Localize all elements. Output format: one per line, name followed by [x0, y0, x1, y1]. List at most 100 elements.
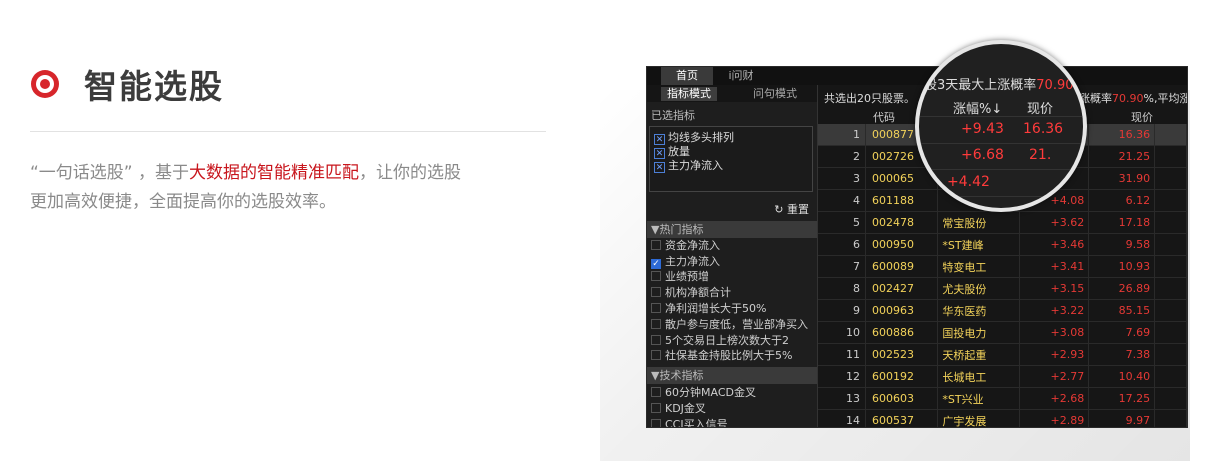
checkbox[interactable]	[651, 335, 661, 345]
feature-description: “一句话选股” ，基于大数据的智能精准匹配，让你的选股 更加高效便捷，全面提高你…	[30, 159, 550, 217]
checkbox-checked[interactable]: ✓	[651, 259, 661, 269]
lens-col-chg: 涨幅%↓	[953, 102, 1003, 117]
change-pct: +2.89	[1019, 409, 1090, 427]
row-extra	[1154, 124, 1187, 146]
indicator-item[interactable]: 业绩预增	[651, 269, 709, 285]
table-row[interactable]: 8 002427 尤夫股份 +3.15 26.89	[818, 277, 1187, 300]
selected-item[interactable]: ✕ 均线多头排列	[654, 131, 734, 145]
stock-code: 600886	[865, 321, 939, 344]
reset-button[interactable]: ↻ 重置	[774, 201, 809, 217]
indicator-label: 机构净额合计	[665, 286, 731, 299]
stock-code: 600089	[865, 255, 939, 278]
indicator-item[interactable]: 资金净流入	[651, 238, 720, 254]
tab-home[interactable]: 首页	[661, 67, 713, 85]
table-row[interactable]: 10 600886 国投电力 +3.08 7.69	[818, 321, 1187, 344]
stock-name: 尤夫股份	[937, 277, 1021, 300]
lens-row: +4.42	[919, 170, 1083, 197]
checkbox[interactable]	[651, 387, 661, 397]
stock-code: 002427	[865, 277, 939, 300]
indicator-label: 社保基金持股比例大于5%	[665, 349, 793, 362]
col-price[interactable]: 现价	[1131, 109, 1153, 125]
checkbox[interactable]	[651, 419, 661, 427]
indicator-label: 业绩预增	[665, 270, 709, 283]
row-index: 12	[818, 365, 867, 388]
indicator-label: CCI买入信号	[665, 418, 728, 427]
change-pct: +3.15	[1019, 277, 1090, 300]
change-pct: +3.41	[1019, 255, 1090, 278]
row-index: 13	[818, 387, 867, 410]
close-icon[interactable]: ✕	[654, 162, 665, 173]
table-row[interactable]: 12 600192 长城电工 +2.77 10.40	[818, 365, 1187, 388]
indicator-item[interactable]: KDJ金叉	[651, 401, 706, 417]
indicator-item[interactable]: 散户参与度低，营业部净买入	[651, 317, 808, 333]
indicator-item[interactable]: 净利润增长大于50%	[651, 301, 766, 317]
close-icon[interactable]: ✕	[654, 134, 665, 145]
table-row[interactable]: 9 000963 华东医药 +3.22 85.15	[818, 299, 1187, 322]
indicator-item[interactable]: 5个交易日上榜次数大于2	[651, 333, 789, 349]
table-row[interactable]: 6 000950 *ST建峰 +3.46 9.58	[818, 233, 1187, 256]
indicator-label: KDJ金叉	[665, 402, 706, 415]
reset-label: 重置	[787, 203, 809, 216]
indicator-item[interactable]: 机构净额合计	[651, 285, 731, 301]
indicator-label: 净利润增长大于50%	[665, 302, 767, 315]
stock-name: 广宇发展	[937, 409, 1021, 427]
stock-code: 600603	[865, 387, 939, 410]
price: 7.69	[1088, 321, 1156, 344]
row-extra	[1154, 321, 1187, 344]
table-row[interactable]: 11 002523 天桥起重 +2.93 7.38	[818, 343, 1187, 366]
selected-item[interactable]: ✕ 主力净流入	[654, 159, 723, 173]
tab-iwencai[interactable]: i问财	[717, 67, 765, 85]
refresh-icon: ↻	[774, 203, 787, 216]
checkbox[interactable]	[651, 303, 661, 313]
row-index: 1	[818, 124, 867, 146]
checkbox[interactable]	[651, 350, 661, 360]
stock-name: 常宝股份	[937, 211, 1021, 234]
checkbox[interactable]	[651, 240, 661, 250]
checkbox[interactable]	[651, 319, 661, 329]
checkbox[interactable]	[651, 403, 661, 413]
table-row[interactable]: 13 600603 *ST兴业 +2.68 17.25	[818, 387, 1187, 410]
selected-item[interactable]: ✕ 放量	[654, 145, 690, 159]
indicator-label: 主力净流入	[665, 255, 720, 268]
price: 26.89	[1088, 277, 1156, 300]
row-extra	[1154, 233, 1187, 256]
desc-highlight: 大数据的智能精准匹配	[189, 163, 360, 183]
change-pct: +2.93	[1019, 343, 1090, 366]
target-icon	[31, 70, 59, 98]
mode-indicator[interactable]: 指标模式	[661, 87, 717, 101]
row-index: 6	[818, 233, 867, 256]
page-title: 智能选股	[84, 67, 224, 106]
result-summary: 共选出20只股票。	[824, 92, 915, 105]
row-index: 14	[818, 409, 867, 427]
section-tech[interactable]: ▼技术指标	[647, 367, 817, 384]
col-code[interactable]: 代码	[873, 109, 895, 125]
row-extra	[1154, 365, 1187, 388]
summary-rate: 70.90	[1112, 92, 1144, 105]
lens-col-price: 现价	[1027, 102, 1054, 117]
row-extra	[1154, 409, 1187, 427]
table-row[interactable]: 5 002478 常宝股份 +3.62 17.18	[818, 211, 1187, 234]
row-index: 7	[818, 255, 867, 278]
stock-code: 002523	[865, 343, 939, 366]
row-index: 11	[818, 343, 867, 366]
lens-price: 21.	[1029, 147, 1052, 163]
indicator-item[interactable]: 社保基金持股比例大于5%	[651, 348, 792, 364]
change-pct: +3.08	[1019, 321, 1090, 344]
close-icon[interactable]: ✕	[654, 148, 665, 159]
lens-chg: +4.42	[947, 174, 990, 190]
table-row[interactable]: 14 600537 广宇发展 +2.89 9.97	[818, 409, 1187, 427]
indicator-item[interactable]: CCI买入信号	[651, 417, 728, 427]
row-extra	[1154, 145, 1187, 168]
section-hot[interactable]: ▼热门指标	[647, 221, 817, 238]
stock-code: 600537	[865, 409, 939, 427]
table-row[interactable]: 7 600089 特变电工 +3.41 10.93	[818, 255, 1187, 278]
indicator-item[interactable]: 60分钟MACD金叉	[651, 385, 756, 401]
checkbox[interactable]	[651, 287, 661, 297]
mode-question[interactable]: 问句模式	[747, 87, 803, 101]
row-index: 10	[818, 321, 867, 344]
checkbox[interactable]	[651, 271, 661, 281]
indicator-item[interactable]: ✓ 主力净流入	[651, 254, 720, 270]
lens-row: +6.68 21.	[919, 143, 1083, 170]
change-pct: +3.22	[1019, 299, 1090, 322]
desc-text: “一句话选股” ，基于	[30, 163, 190, 183]
